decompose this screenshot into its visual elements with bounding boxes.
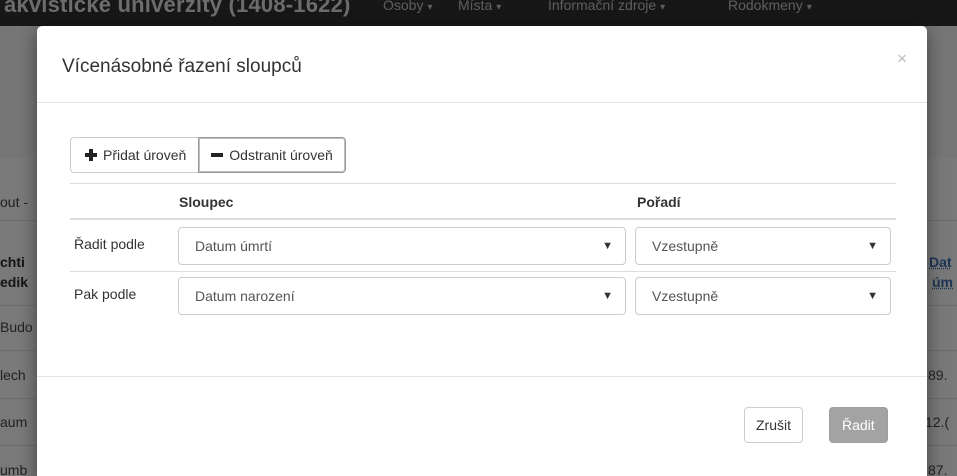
sort-button[interactable]: Řadit <box>829 407 888 443</box>
add-level-label: Přidat úroveň <box>103 147 187 163</box>
column-select-value: Datum úmrtí <box>195 238 273 254</box>
caret-down-icon: ▼ <box>867 240 878 252</box>
multi-sort-dialog: Vícenásobné řazení sloupců × Přidat úrov… <box>37 26 927 476</box>
column-select-value: Datum narození <box>195 288 295 304</box>
caret-down-icon: ▼ <box>867 290 878 302</box>
column-select-2[interactable]: Datum narození ▼ <box>178 277 626 315</box>
table-divider <box>70 218 896 220</box>
order-select-value: Vzestupně <box>652 238 719 254</box>
modal-title: Vícenásobné řazení sloupců <box>62 56 302 77</box>
caret-down-icon: ▼ <box>602 290 613 302</box>
caret-down-icon: ▼ <box>602 240 613 252</box>
column-select-1[interactable]: Datum úmrtí ▼ <box>178 227 626 265</box>
row-label-1: Řadit podle <box>74 236 145 252</box>
table-divider <box>70 183 896 184</box>
plus-icon <box>85 149 97 161</box>
column-header-sloupec: Sloupec <box>179 194 234 210</box>
close-icon[interactable]: × <box>897 50 907 67</box>
add-level-button[interactable]: Přidat úroveň <box>70 137 200 173</box>
modal-footer-divider <box>37 376 927 377</box>
level-button-group: Přidat úroveň Odstranit úroveň <box>70 137 346 173</box>
minus-icon <box>211 153 224 157</box>
remove-level-label: Odstranit úroveň <box>229 147 333 163</box>
table-divider <box>70 271 896 272</box>
cancel-button[interactable]: Zrušit <box>744 407 803 443</box>
modal-header: Vícenásobné řazení sloupců × <box>37 26 927 103</box>
remove-level-button[interactable]: Odstranit úroveň <box>198 137 346 173</box>
order-select-1[interactable]: Vzestupně ▼ <box>635 227 891 265</box>
row-label-2: Pak podle <box>74 286 137 302</box>
column-header-poradi: Pořadí <box>637 194 681 210</box>
order-select-value: Vzestupně <box>652 288 719 304</box>
order-select-2[interactable]: Vzestupně ▼ <box>635 277 891 315</box>
